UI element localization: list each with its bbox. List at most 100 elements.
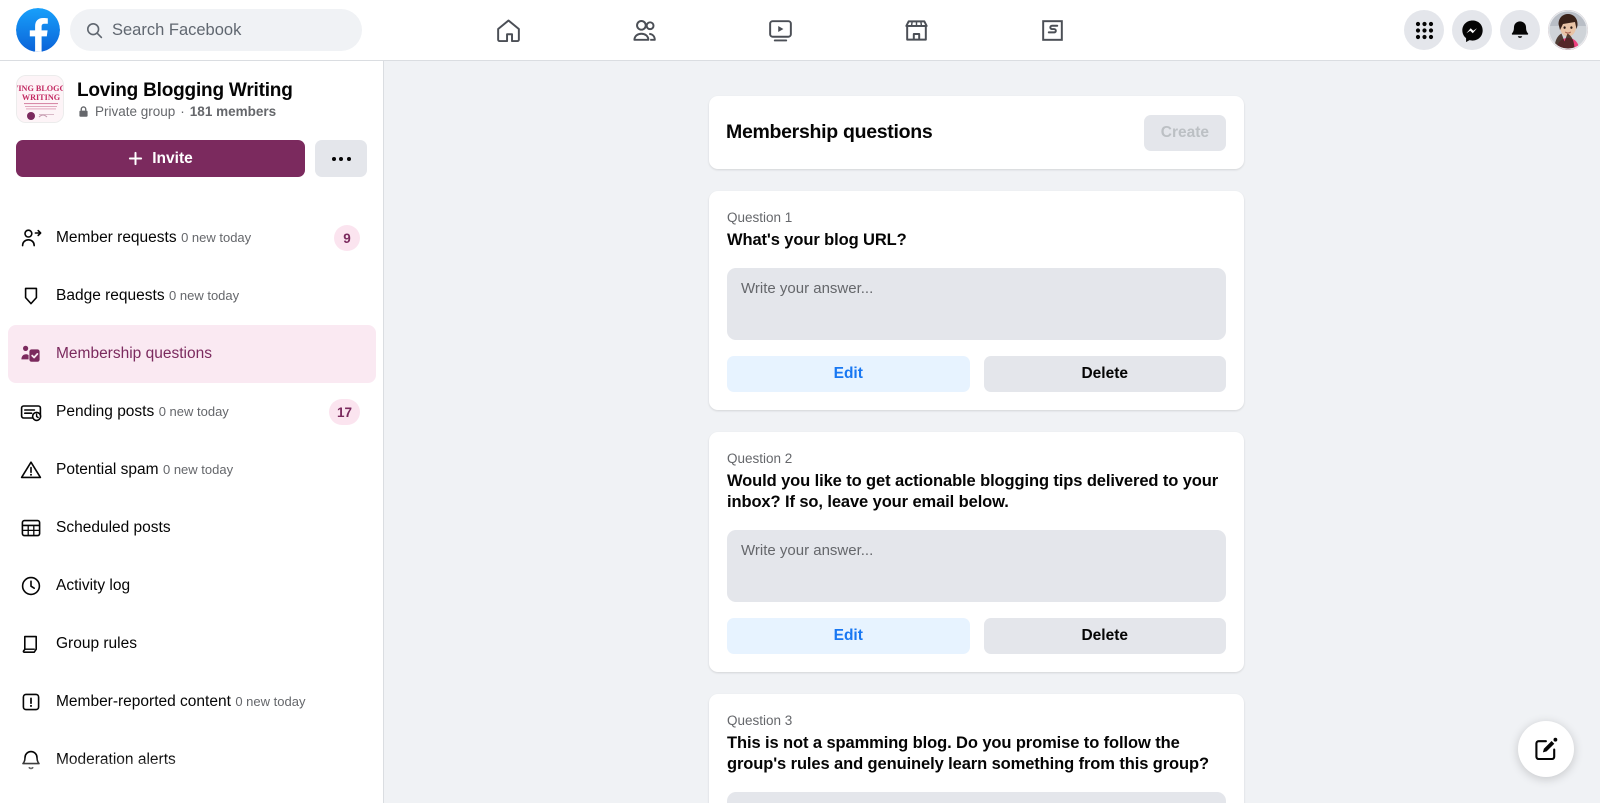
group-sep: ·: [180, 104, 185, 119]
sidebar-item-member-requests[interactable]: Member requests 0 new today 9: [8, 209, 376, 267]
nav-tab-marketplace[interactable]: [861, 2, 971, 58]
answer-placeholder: Write your answer...: [741, 279, 874, 297]
sidebar-nav-scroll[interactable]: Admin Assist 1 action, 1 criterion Membe…: [0, 183, 383, 803]
thumb-line1: LOVING BLOGGING: [17, 84, 64, 93]
question-text: This is not a spamming blog. Do you prom…: [727, 733, 1209, 774]
sidebar-item-potential-spam[interactable]: Potential spam 0 new today: [8, 441, 376, 499]
question-actions: Edit Delete: [727, 617, 1226, 654]
moderation-alerts-icon: [18, 747, 44, 773]
page-title: Membership questions: [726, 121, 933, 143]
menu-grid-button[interactable]: [1404, 10, 1444, 50]
delete-question-button[interactable]: Delete: [983, 617, 1226, 654]
topbar-left-cluster: [0, 8, 362, 52]
invite-button-label: Invite: [152, 149, 193, 167]
exclamation-square-icon: [18, 689, 44, 715]
search-icon: [86, 22, 103, 38]
profile-avatar: [1548, 10, 1588, 50]
sidebar-item-text: Membership questions: [56, 344, 366, 364]
sidebar-item-member-reported-content[interactable]: Member-reported content 0 new today: [8, 673, 376, 731]
delete-question-button[interactable]: Delete: [983, 355, 1226, 392]
sidebar-item-label: Group rules: [56, 635, 137, 652]
sidebar-item-moderation-alerts[interactable]: Moderation alerts: [8, 731, 376, 789]
main-content: Membership questions Create Question 1 W…: [384, 61, 1600, 803]
sidebar-nav-list: Admin Assist 1 action, 1 criterion Membe…: [8, 183, 376, 789]
rules-book-icon: [18, 631, 44, 657]
sidebar-item-label: Moderation alerts: [56, 751, 176, 768]
sidebar-item-sub: 0 new today: [181, 230, 252, 245]
nav-tab-groups[interactable]: [997, 2, 1107, 58]
edit-question-button[interactable]: Edit: [727, 355, 970, 392]
sidebar-item-membership-questions[interactable]: Membership questions: [8, 325, 376, 383]
sidebar-item-scheduled-posts[interactable]: Scheduled posts: [8, 499, 376, 557]
group-admin-sidebar: LOVING BLOGGING WRITING Loving Blogging …: [0, 61, 384, 803]
video-play-icon: [768, 19, 792, 41]
question-text: What's your blog URL?: [727, 231, 907, 249]
sidebar-item-text: Group rules: [56, 634, 366, 654]
compose-pencil-square-icon: [1535, 737, 1558, 761]
question-card: Question 2 Would you like to get actiona…: [709, 431, 1244, 672]
nav-tab-home[interactable]: [453, 2, 563, 58]
sidebar-item-text: Potential spam 0 new today: [56, 460, 366, 480]
search-bar[interactable]: [70, 9, 362, 51]
answer-input[interactable]: Write your answer...: [727, 267, 1226, 340]
answer-input[interactable]: Write your answer...: [727, 529, 1226, 602]
groups-icon: [1041, 19, 1063, 41]
facebook-logo[interactable]: [16, 8, 60, 52]
edit-question-button[interactable]: Edit: [727, 617, 970, 654]
sidebar-item-label: Potential spam: [56, 461, 159, 478]
membership-questions-icon: [18, 341, 44, 367]
nav-tab-video[interactable]: [725, 2, 835, 58]
notifications-button[interactable]: [1500, 10, 1540, 50]
profile-avatar-button[interactable]: [1548, 10, 1588, 50]
grid-apps-icon: [1415, 21, 1433, 39]
clock-icon: [18, 573, 44, 599]
warning-triangle-icon: [18, 457, 44, 483]
sidebar-item-text: Member-reported content 0 new today: [56, 692, 366, 712]
sidebar-item-text: Activity log: [56, 576, 366, 596]
page-header-card: Membership questions Create: [709, 96, 1244, 169]
question-index-label: Question 1: [727, 210, 793, 225]
plus-icon: [129, 151, 143, 166]
search-input[interactable]: [112, 20, 332, 40]
sidebar-item-admin-assist[interactable]: Admin Assist 1 action, 1 criterion: [8, 183, 376, 209]
sidebar-header: LOVING BLOGGING WRITING Loving Blogging …: [0, 61, 383, 177]
nav-tab-friends[interactable]: [589, 2, 699, 58]
group-member-count: 181 members: [189, 104, 277, 119]
thumb-line2: WRITING: [22, 93, 61, 102]
sidebar-item-pending-posts[interactable]: Pending posts 0 new today 17: [8, 383, 376, 441]
sidebar-action-buttons: Invite: [16, 140, 367, 177]
sidebar-item-label: Pending posts: [56, 403, 155, 420]
sidebar-item-sub: 0 new today: [162, 462, 234, 477]
question-index-label: Question 2: [727, 450, 793, 466]
sidebar-item-sub: 0 new today: [158, 404, 229, 419]
group-identity[interactable]: LOVING BLOGGING WRITING Loving Blogging …: [16, 75, 367, 123]
sidebar-item-label: Admin Assist: [56, 183, 145, 188]
sidebar-item-text: Badge requests 0 new today: [56, 286, 366, 306]
question-actions: Edit Delete: [727, 355, 1226, 392]
sidebar-item-activity-log[interactable]: Activity log: [8, 557, 376, 615]
create-post-fab[interactable]: [1518, 721, 1574, 777]
sidebar-item-label: Activity log: [56, 577, 131, 594]
messenger-button[interactable]: [1452, 10, 1492, 50]
sidebar-item-label: Membership questions: [56, 345, 212, 362]
group-cover-thumbnail[interactable]: LOVING BLOGGING WRITING: [16, 75, 64, 123]
answer-placeholder: Write your answer...: [741, 541, 874, 559]
bell-icon: [1511, 21, 1529, 38]
answer-input[interactable]: Write your answer...: [727, 791, 1226, 803]
sidebar-item-group-rules[interactable]: Group rules: [8, 615, 376, 673]
sidebar-item-badge-requests[interactable]: Badge requests 0 new today: [8, 267, 376, 325]
lock-icon: [79, 106, 88, 117]
badge-shield-icon: [18, 283, 44, 309]
sidebar-item-badge: 17: [328, 399, 360, 425]
sidebar-item-label: Badge requests: [56, 287, 165, 304]
topbar-actions: [1404, 0, 1588, 60]
invite-button[interactable]: Invite: [16, 140, 305, 177]
pending-posts-icon: [18, 399, 44, 425]
ellipsis-icon: [331, 156, 351, 161]
sidebar-item-sub: 1 action, 1 criterion: [149, 183, 259, 187]
create-question-button[interactable]: Create: [1143, 114, 1226, 151]
sidebar-item-text: Moderation alerts: [56, 750, 366, 770]
sidebar-item-label: Member-reported content: [56, 693, 231, 710]
group-more-options-button[interactable]: [315, 140, 367, 177]
group-meta: Loving Blogging Writing Private group · …: [77, 79, 293, 119]
